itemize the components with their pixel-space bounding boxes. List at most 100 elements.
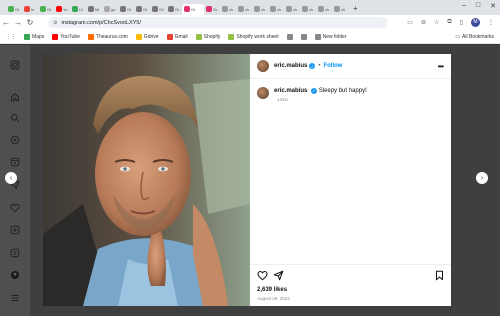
bookmark-favicon-icon (300, 33, 307, 40)
cast-icon[interactable]: ▭ (407, 19, 413, 26)
like-heart-icon[interactable] (257, 270, 268, 281)
author-avatar[interactable] (257, 60, 269, 72)
tab-title: Ui (79, 6, 83, 12)
more-options-icon[interactable]: ••• (438, 62, 444, 71)
bookmark-item[interactable]: Gdrive (135, 33, 159, 40)
bookmark-item[interactable]: Shopify work sheet (228, 33, 279, 40)
follow-button[interactable]: Follow (323, 63, 342, 69)
reels-icon[interactable] (10, 157, 20, 167)
tab-title: ch (229, 6, 234, 12)
post-image[interactable] (43, 54, 250, 306)
browser-tab[interactable]: go (102, 4, 118, 15)
save-bookmark-icon[interactable] (434, 270, 445, 281)
back-icon[interactable]: ← (0, 18, 12, 27)
tab-title: ch (293, 6, 298, 12)
caption-timestamp[interactable]: 134w (277, 97, 288, 102)
bookmark-item[interactable]: YouTube (52, 33, 80, 40)
browser-tab[interactable]: Yo (54, 4, 70, 15)
browser-tab[interactable]: ch (252, 4, 268, 15)
toolbar-actions: ▭ ⊖ ☆ ⧉ ▯ M ⋮ (407, 18, 494, 27)
browser-tab[interactable]: In (22, 4, 38, 15)
bookmark-label: New folder (322, 33, 347, 40)
zoom-icon[interactable]: ⊖ (421, 19, 426, 26)
threads-icon[interactable] (10, 248, 20, 258)
reload-icon[interactable]: ↻ (24, 18, 36, 27)
forward-icon[interactable]: → (12, 18, 24, 27)
extensions-icon[interactable]: ⧉ (447, 19, 451, 26)
tab-title: Mi (95, 6, 100, 12)
bookmark-item[interactable]: New folder (314, 33, 347, 40)
bookmark-item[interactable]: Theaurus.com (87, 33, 128, 40)
likes-count[interactable]: 2,639 likes (257, 287, 287, 293)
next-post-arrow-icon[interactable]: › (476, 172, 488, 184)
browser-tab[interactable]: ch (236, 4, 252, 15)
maximize-icon[interactable]: □ (476, 2, 480, 10)
tab-title: ch (261, 6, 266, 12)
browser-tab[interactable]: Gr (182, 3, 204, 15)
caption-avatar[interactable] (257, 87, 269, 99)
bookmark-item[interactable] (300, 33, 307, 40)
minimize-icon[interactable]: – (462, 2, 466, 10)
browser-tab[interactable]: ch (268, 4, 284, 15)
browser-tab[interactable]: Gr (166, 4, 182, 15)
more-menu-icon[interactable] (10, 293, 20, 303)
bookmark-star-icon[interactable]: ☆ (434, 19, 439, 26)
instagram-logo-icon[interactable] (10, 60, 20, 70)
tab-title: Yo (63, 6, 68, 12)
bookmark-item[interactable]: Shopify (195, 33, 221, 40)
address-bar[interactable]: ⚙ instagram.com/p/ChcSvooLXY5/ (48, 17, 388, 28)
tab-strip: Gr In Gr Yo Ui Mi go Gr Gr Sh Gr Gr Gr ch ch ch ch ch ch ch… (0, 0, 500, 15)
tab-title: Sh (159, 6, 164, 12)
browser-tab[interactable]: ch (220, 4, 236, 15)
post-date[interactable]: August 29, 2022 (257, 296, 290, 301)
browser-tab[interactable]: Gr (134, 4, 150, 15)
bookmark-favicon-icon (286, 33, 293, 40)
profile-avatar[interactable]: M (471, 18, 480, 27)
bookmark-favicon-icon (24, 33, 30, 40)
home-icon[interactable] (10, 92, 20, 102)
browser-tab[interactable]: Gr (118, 4, 134, 15)
tab-title: Gr (47, 6, 52, 12)
bookmarks-bar: ⋮⋮ Maps YouTube Theaurus.com Gdrive Gmail Sho… (0, 30, 500, 44)
tab-favicon-icon (222, 6, 228, 12)
bookmark-item[interactable] (286, 33, 293, 40)
notifications-heart-icon[interactable] (10, 203, 20, 213)
browser-tab[interactable]: Mi (86, 4, 102, 15)
close-icon[interactable]: ✕ (490, 2, 496, 10)
browser-tab[interactable]: Gr (204, 4, 220, 15)
caption-username[interactable]: eric.mabius (274, 88, 307, 94)
browser-tab[interactable]: Sh (150, 4, 166, 15)
browser-toolbar: ← → ↻ ⚙ instagram.com/p/ChcSvooLXY5/ ▭ ⊖… (0, 15, 500, 30)
profile-avatar-icon[interactable] (10, 270, 20, 280)
tab-title: go (111, 6, 116, 12)
author-username[interactable]: eric.mabius (274, 63, 307, 69)
tab-title: ch (325, 6, 330, 12)
tab-favicon-icon (8, 6, 14, 12)
previous-post-arrow-icon[interactable]: ‹ (5, 172, 17, 184)
all-bookmarks-button[interactable]: ▭ All Bookmarks (455, 34, 494, 40)
browser-tab[interactable]: ch (316, 4, 332, 15)
bookmark-label: Shopify (203, 33, 221, 40)
post-actions: 2,639 likes August 29, 2022 (250, 264, 451, 306)
create-post-icon[interactable] (10, 225, 20, 235)
search-icon[interactable] (10, 113, 20, 123)
browser-tab[interactable]: Gr (6, 4, 22, 15)
side-panel-icon[interactable]: ▯ (460, 19, 463, 26)
menu-icon[interactable]: ⋮ (488, 19, 494, 26)
tab-favicon-icon (254, 6, 260, 12)
share-icon[interactable] (273, 270, 284, 281)
browser-tab[interactable]: ch (284, 4, 300, 15)
explore-icon[interactable] (10, 135, 20, 145)
browser-tab[interactable]: ch (332, 4, 348, 15)
apps-icon[interactable]: ⋮⋮ (6, 34, 16, 40)
bookmark-favicon-icon (166, 33, 173, 40)
new-tab-button[interactable]: + (353, 4, 358, 13)
bookmark-item[interactable]: Maps (24, 33, 44, 40)
browser-tab[interactable]: Gr (38, 4, 54, 15)
bookmark-item[interactable]: Gmail (166, 33, 188, 40)
tab-title: Gr (127, 6, 132, 12)
url-text[interactable]: instagram.com/p/ChcSvooLXY5/ (61, 20, 140, 26)
browser-tab[interactable]: Ui (70, 4, 86, 15)
site-info-icon[interactable]: ⚙ (53, 20, 57, 26)
browser-tab[interactable]: ch (300, 4, 316, 15)
